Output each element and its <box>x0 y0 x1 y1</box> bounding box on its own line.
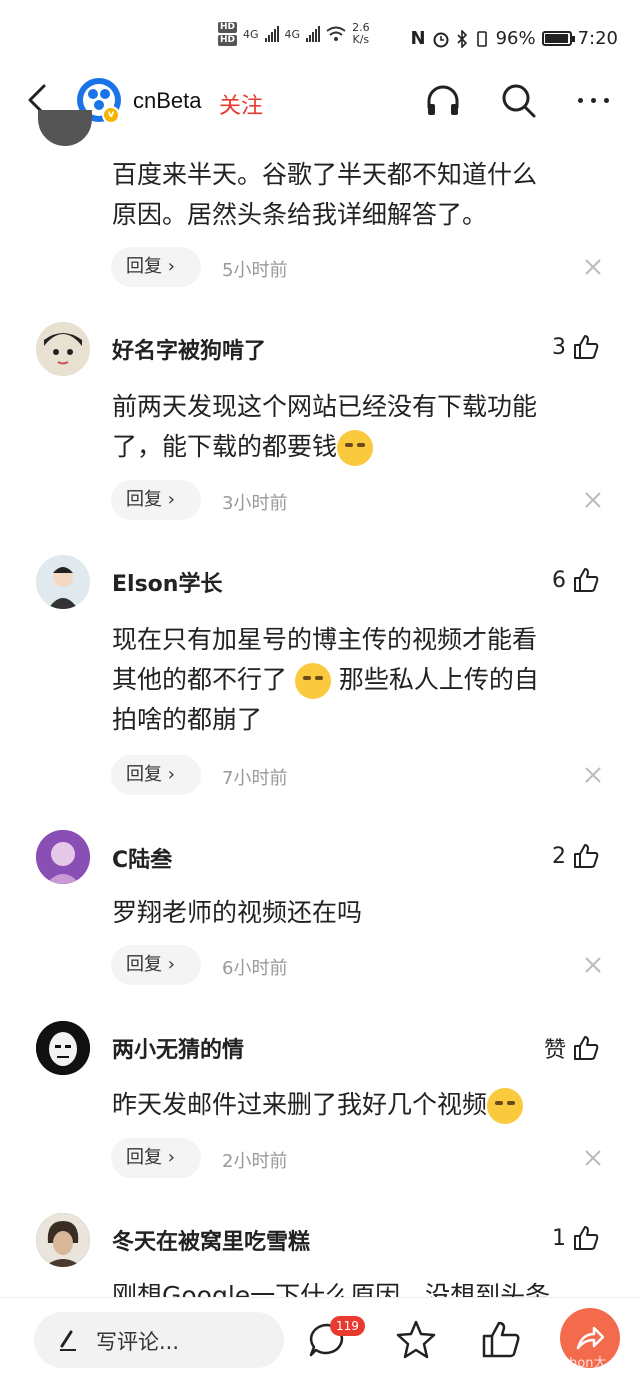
comment-input-placeholder[interactable]: 写评论... <box>96 1326 179 1356</box>
photo-portrait-avatar-icon <box>36 1213 90 1267</box>
bluetooth-icon <box>456 29 467 48</box>
cartoon-face-avatar-icon <box>36 322 90 376</box>
comment-line: 百度来半天。谷歌了半天都不知道什么 <box>112 160 538 189</box>
close-icon[interactable] <box>584 1149 602 1167</box>
comment-text: 罗翔老师的视频还在吗 <box>112 893 612 933</box>
comment-count-badge: 119 <box>330 1316 365 1336</box>
alarm-icon <box>433 32 449 47</box>
close-icon[interactable] <box>584 766 602 784</box>
avatar[interactable] <box>36 1021 90 1075</box>
comment-line: 现在只有加星号的博主传的视频才能看 <box>112 625 538 654</box>
close-icon[interactable] <box>584 491 602 509</box>
pen-icon <box>60 1330 76 1351</box>
like-control[interactable]: 赞 <box>544 1032 600 1064</box>
comment-time: 6小时前 <box>222 958 288 979</box>
person-avatar-icon <box>36 555 90 609</box>
reply-button[interactable]: 回复 › <box>111 1138 201 1178</box>
more-options-icon[interactable] <box>578 98 609 103</box>
comment-time: 5小时前 <box>222 260 288 281</box>
watermark: thon大 <box>564 1356 607 1371</box>
eye-roll-emoji-icon <box>487 1088 524 1124</box>
comment-line: 昨天发邮件过来删了我好几个视频 <box>112 1090 488 1119</box>
signal-icon-2 <box>306 26 321 42</box>
network-speed: 2.6 K/s <box>352 22 370 46</box>
search-icon[interactable] <box>500 82 538 120</box>
comment-line: 罗翔老师的视频还在吗 <box>112 898 363 927</box>
share-arrow-icon <box>576 1326 605 1350</box>
vibrate-icon <box>476 30 487 47</box>
comment-time: 2小时前 <box>222 1151 288 1172</box>
comment-text: 昨天发邮件过来删了我好几个视频 <box>112 1085 612 1125</box>
network-label-2: 4G <box>284 27 301 41</box>
reply-button[interactable]: 回复 › <box>111 247 201 287</box>
comment-text: 前两天发现这个网站已经没有下载功能 了，能下载的都要钱 <box>112 387 612 467</box>
close-icon[interactable] <box>584 956 602 974</box>
system-indicators: N 96% 7:20 <box>410 28 618 49</box>
username[interactable]: 好名字被狗啃了 <box>112 333 266 365</box>
avatar[interactable] <box>36 322 90 376</box>
comment-time: 3小时前 <box>222 493 288 514</box>
thumbs-up-icon <box>574 844 599 868</box>
bottom-action-bar: 写评论... 119 <box>0 1297 640 1377</box>
status-bar: HD HD 4G 4G 2.6 K/s N 96% 7:20 <box>0 0 640 70</box>
purple-portrait-avatar-icon <box>36 830 90 884</box>
thumbs-up-icon <box>574 335 599 359</box>
like-count: 3 <box>552 334 566 360</box>
comment-line: 原因。居然头条给我详细解答了。 <box>112 200 488 229</box>
speed-unit: K/s <box>352 33 370 46</box>
like-count: 6 <box>552 567 566 593</box>
username[interactable]: C陆叁 <box>112 842 172 874</box>
thumbs-up-icon[interactable] <box>480 1318 522 1360</box>
like-control[interactable]: 2 <box>552 842 600 870</box>
star-icon[interactable] <box>394 1318 438 1362</box>
reply-button[interactable]: 回复 › <box>111 945 201 985</box>
channel-name[interactable]: cnBeta <box>133 88 202 114</box>
comment-line: 那些私人上传的自 <box>338 665 539 694</box>
nfc-icon: N <box>410 28 426 49</box>
laughing-emoji-icon <box>294 663 331 699</box>
network-label-1: 4G <box>243 27 259 41</box>
battery-icon <box>541 31 575 46</box>
username[interactable]: Elson学长 <box>112 566 222 598</box>
wifi-icon <box>326 26 346 41</box>
username[interactable]: 冬天在被窝里吃雪糕 <box>112 1224 310 1256</box>
reply-button[interactable]: 回复 › <box>111 755 201 795</box>
thumbs-up-icon <box>574 1036 599 1060</box>
hd-label-1: HD <box>218 22 238 33</box>
battery-percent: 96% <box>495 28 536 49</box>
like-control[interactable]: 1 <box>552 1224 600 1252</box>
like-control[interactable]: 6 <box>552 566 600 594</box>
reply-button[interactable]: 回复 › <box>111 480 201 520</box>
close-icon[interactable] <box>584 258 602 276</box>
thumbs-up-icon <box>574 1226 599 1250</box>
comment-time: 7小时前 <box>222 768 288 789</box>
headphones-icon[interactable] <box>424 82 462 120</box>
emoji-icon <box>337 430 374 466</box>
comment-line: 了，能下载的都要钱 <box>112 432 338 461</box>
comment-line: 前两天发现这个网站已经没有下载功能 <box>112 392 538 421</box>
thumbs-up-icon <box>574 568 599 592</box>
comment-line: 拍啥的都崩了 <box>112 705 263 734</box>
verified-badge-icon: v <box>102 106 120 124</box>
hd-label-2: HD <box>218 35 238 46</box>
meme-face-avatar-icon <box>36 1021 90 1075</box>
like-count: 1 <box>552 1225 566 1251</box>
signal-icon <box>264 26 279 42</box>
top-nav: v cnBeta 关注 <box>0 70 640 132</box>
avatar[interactable] <box>36 830 90 884</box>
comment-line: 其他的都不行了 <box>112 665 288 694</box>
avatar[interactable] <box>38 110 92 146</box>
network-indicators: HD HD 4G 4G 2.6 K/s <box>218 22 370 46</box>
avatar[interactable] <box>36 555 90 609</box>
like-count: 2 <box>552 843 566 869</box>
comment-text: 现在只有加星号的博主传的视频才能看 其他的都不行了 那些私人上传的自 拍啥的都崩… <box>112 620 612 740</box>
avatar[interactable] <box>36 1213 90 1267</box>
username[interactable]: 两小无猜的情 <box>112 1032 244 1064</box>
comment-text: 百度来半天。谷歌了半天都不知道什么 原因。居然头条给我详细解答了。 <box>112 155 612 235</box>
hd-indicator: HD HD <box>218 22 238 46</box>
follow-button[interactable]: 关注 <box>219 88 263 120</box>
clock: 7:20 <box>577 28 618 49</box>
like-count: 赞 <box>543 1038 566 1063</box>
like-control[interactable]: 3 <box>552 333 600 361</box>
